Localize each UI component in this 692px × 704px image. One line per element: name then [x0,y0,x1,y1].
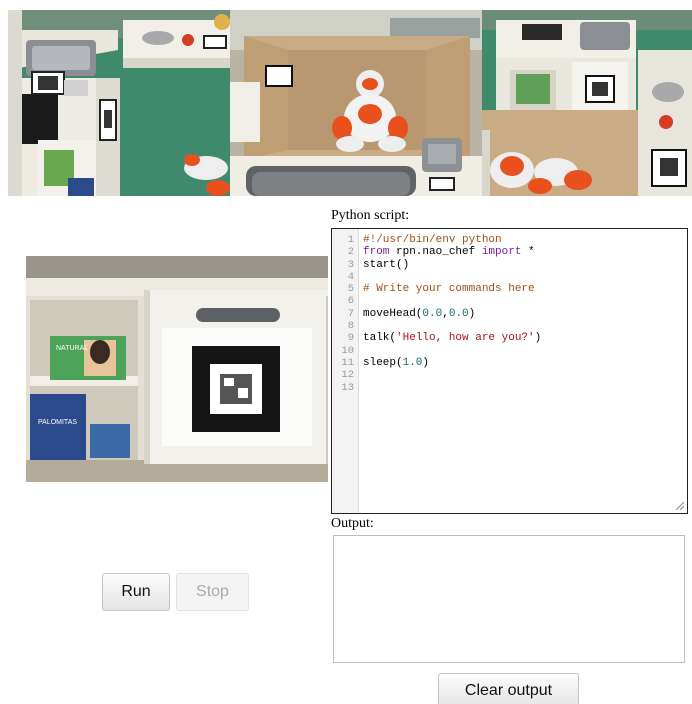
code-line: start() [363,259,685,271]
line-number: 12 [341,369,354,382]
camera-feed-kitchen-right [482,10,692,196]
code-token: ) [422,356,430,369]
line-number: 5 [347,283,354,296]
code-token: ) [468,307,476,320]
output-textarea[interactable] [333,535,685,663]
clear-output-button[interactable]: Clear output [438,673,579,704]
code-token: talk( [363,332,397,345]
line-number: 7 [347,307,354,320]
camera-feed-robot-view: NATURAL PALOMITAS [26,256,328,482]
line-number: 11 [341,356,354,369]
cereal-box-text: PALOMITAS [38,419,77,426]
resize-handle-icon[interactable] [676,502,684,510]
line-number: 9 [347,332,354,345]
code-line: #!/usr/bin/env python [363,234,685,246]
line-number-gutter: 1 2 3 4 5 6 7 8 9 10 11 12 13 [332,229,359,513]
python-script-label: Python script: [331,208,410,223]
code-token: moveHead( [363,307,423,320]
code-area[interactable]: #!/usr/bin/env python from rpn.nao_chef i… [363,234,685,394]
line-number: 10 [341,344,354,357]
stop-button[interactable]: Stop [176,573,249,611]
code-line: # Write your commands here [363,283,685,295]
line-number: 4 [347,270,354,283]
code-token: # Write your commands here [363,283,535,296]
code-line: talk('Hello, how are you?') [363,332,685,344]
python-script-editor[interactable]: 1 2 3 4 5 6 7 8 9 10 11 12 13 #!/usr/bin/env python f… [331,228,688,514]
code-line: sleep(1.0) [363,357,685,369]
code-token: from [363,246,390,259]
line-number: 13 [341,381,354,394]
code-token: 0.0 [448,307,469,320]
line-number: 2 [347,246,354,259]
run-button[interactable]: Run [102,573,170,611]
code-token: start() [363,258,410,271]
line-number: 6 [347,295,354,308]
code-token: , [442,307,449,320]
code-token: sleep( [363,356,403,369]
code-line: from rpn.nao_chef import * [363,246,685,258]
code-token: #!/usr/bin/env python [363,234,502,246]
code-token: 0.0 [422,307,443,320]
camera-feed-robot-top [230,10,482,196]
line-number: 1 [347,234,354,246]
tea-box-text: NATURAL [56,345,88,352]
code-token: import [481,246,522,259]
code-token: ) [534,332,542,345]
line-number: 8 [347,320,354,333]
code-token: rpn.nao_chef [389,246,482,259]
code-line: moveHead(0.0,0.0) [363,308,685,320]
code-token: * [521,246,535,259]
code-token: 'Hello, how are you?' [396,332,535,345]
camera-feed-kitchen-left [8,10,230,196]
output-label: Output: [331,516,374,531]
code-token: 1.0 [402,356,423,369]
line-number: 3 [347,258,354,271]
